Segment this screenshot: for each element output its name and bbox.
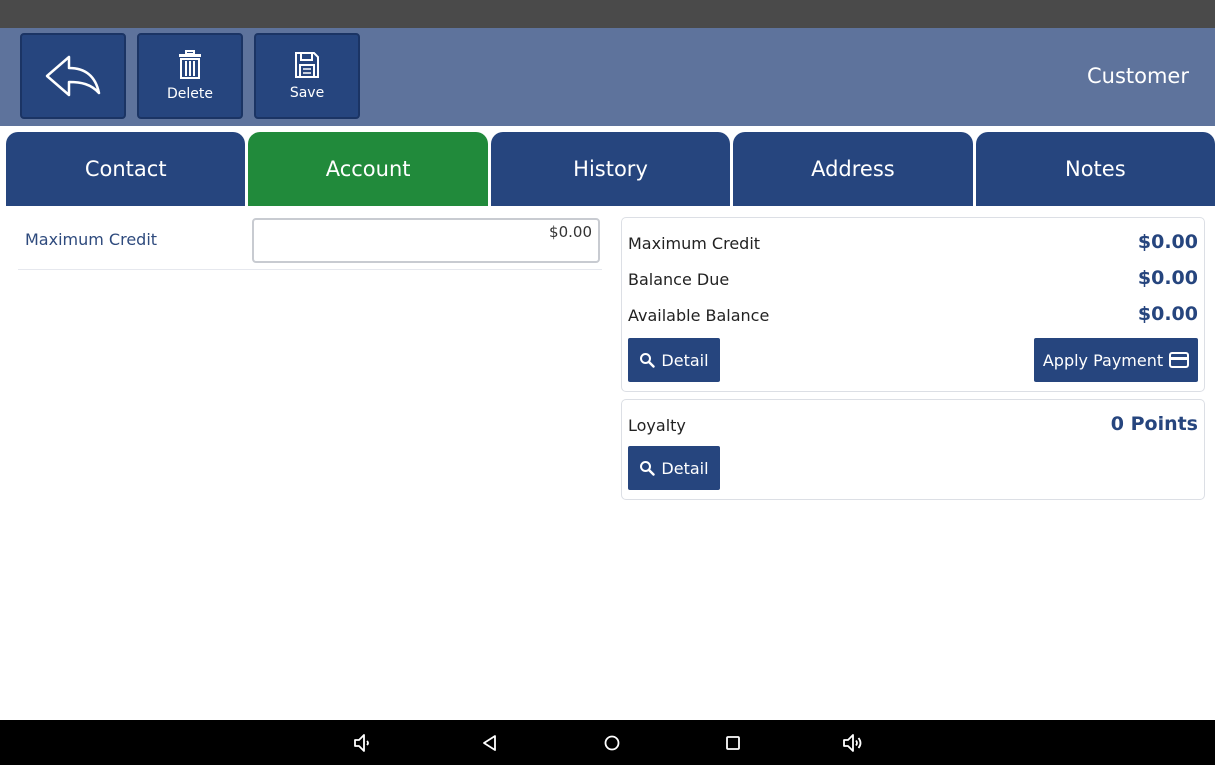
search-icon xyxy=(640,353,656,368)
available-balance-label: Available Balance xyxy=(628,306,770,325)
save-button[interactable]: Save xyxy=(254,33,360,119)
back-arrow-icon xyxy=(45,55,101,97)
balance-detail-label: Detail xyxy=(661,350,709,370)
apply-payment-button[interactable]: Apply Payment xyxy=(1034,338,1198,382)
loyalty-card: Loyalty 0 Points Detail xyxy=(621,399,1205,500)
loyalty-detail-button[interactable]: Detail xyxy=(628,446,720,490)
balance-detail-button[interactable]: Detail xyxy=(628,338,720,382)
tab-history[interactable]: History xyxy=(490,132,731,206)
delete-button[interactable]: Delete xyxy=(137,33,243,119)
apply-payment-label: Apply Payment xyxy=(1042,350,1164,370)
loyalty-points-value: 0 Points xyxy=(1110,413,1198,435)
back-button[interactable] xyxy=(20,33,126,119)
toolbar: Delete Save Customer xyxy=(0,28,1215,126)
nav-back-icon[interactable] xyxy=(478,731,502,755)
save-label: Save xyxy=(289,85,325,101)
tab-bar: Contact Account History Address Notes xyxy=(6,132,1215,206)
search-icon xyxy=(640,461,656,476)
maximum-credit-row: Maximum Credit xyxy=(18,216,602,270)
floppy-disk-icon xyxy=(295,52,319,78)
loyalty-label: Loyalty xyxy=(628,416,686,435)
tab-account[interactable]: Account xyxy=(248,132,488,206)
tab-contact[interactable]: Contact xyxy=(6,132,246,206)
tab-notes[interactable]: Notes xyxy=(975,132,1215,206)
status-bar xyxy=(0,0,1215,28)
loyalty-detail-label: Detail xyxy=(661,458,709,478)
delete-label: Delete xyxy=(167,86,213,102)
maximum-credit-summary-label: Maximum Credit xyxy=(628,234,761,253)
trash-icon xyxy=(179,50,201,79)
nav-home-icon[interactable] xyxy=(600,731,624,755)
page-title: Customer xyxy=(1086,64,1189,88)
available-balance-value: $0.00 xyxy=(1137,303,1198,325)
balance-card: Maximum Credit $0.00 Balance Due $0.00 A… xyxy=(621,217,1205,392)
maximum-credit-label: Maximum Credit xyxy=(25,230,158,249)
maximum-credit-input[interactable] xyxy=(252,218,600,263)
balance-due-label: Balance Due xyxy=(628,270,730,289)
balance-due-value: $0.00 xyxy=(1137,267,1198,289)
volume-up-icon[interactable] xyxy=(842,731,866,755)
maximum-credit-summary-value: $0.00 xyxy=(1137,231,1198,253)
android-navigation-bar xyxy=(0,720,1215,765)
credit-card-icon xyxy=(1169,352,1190,368)
nav-recents-icon[interactable] xyxy=(721,731,745,755)
tab-address[interactable]: Address xyxy=(733,132,973,206)
volume-down-icon[interactable] xyxy=(352,731,376,755)
